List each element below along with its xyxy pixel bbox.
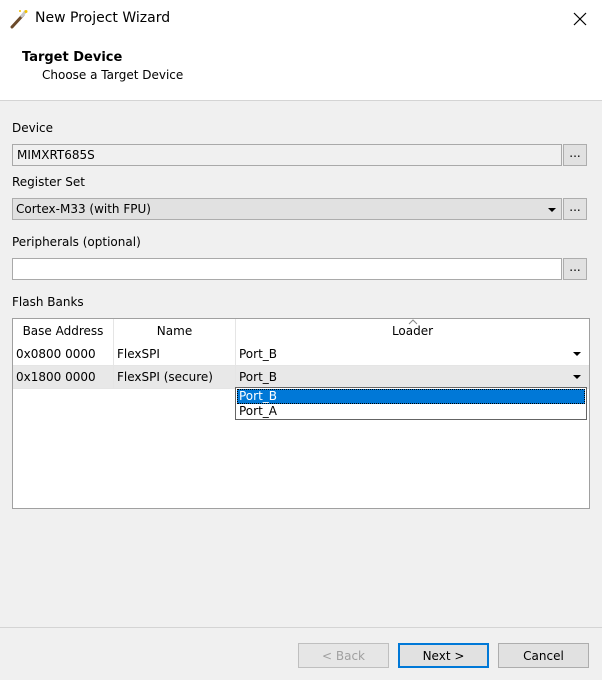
page-subtitle: Choose a Target Device <box>42 68 184 82</box>
chevron-down-icon <box>548 208 556 212</box>
next-button[interactable]: Next > <box>398 643 489 668</box>
loader-dropdown-list: Port_B Port_A <box>235 387 587 420</box>
close-icon <box>573 12 587 26</box>
register-set-label: Register Set <box>12 175 85 189</box>
footer-divider <box>0 627 602 628</box>
cell-name: FlexSPI <box>114 343 236 366</box>
dropdown-option-port-a[interactable]: Port_A <box>237 404 585 419</box>
wizard-header: Target Device Choose a Target Device <box>0 38 602 101</box>
peripherals-field[interactable] <box>12 258 562 280</box>
table-row[interactable]: 0x0800 0000 FlexSPI Port_B <box>13 343 589 366</box>
chevron-down-icon <box>573 375 581 379</box>
device-label: Device <box>12 121 54 135</box>
cell-name: FlexSPI (secure) <box>114 366 236 389</box>
column-header-loader[interactable]: Loader <box>236 319 589 343</box>
register-set-browse-button[interactable]: ... <box>563 198 587 220</box>
page-title: Target Device <box>22 50 123 65</box>
peripherals-browse-button[interactable]: ... <box>563 258 587 280</box>
magic-wand-icon <box>9 9 29 29</box>
cancel-button[interactable]: Cancel <box>498 643 589 668</box>
window-title: New Project Wizard <box>35 10 171 26</box>
cell-base-address: 0x0800 0000 <box>13 343 114 366</box>
peripherals-label: Peripherals (optional) <box>12 235 141 249</box>
cell-loader: Port_B <box>239 370 278 384</box>
column-header-base-address[interactable]: Base Address <box>13 319 114 343</box>
column-header-loader-label: Loader <box>391 324 434 338</box>
cell-base-address: 0x1800 0000 <box>13 366 114 389</box>
register-set-value: Cortex-M33 (with FPU) <box>16 202 151 216</box>
close-button[interactable] <box>566 6 594 32</box>
dropdown-option-port-b[interactable]: Port_B <box>237 389 585 404</box>
register-set-select[interactable]: Cortex-M33 (with FPU) <box>12 198 562 220</box>
loader-select[interactable]: Port_B <box>236 366 589 389</box>
cell-loader: Port_B <box>239 347 278 361</box>
sort-ascending-icon <box>408 319 418 325</box>
device-browse-button[interactable]: ... <box>563 144 587 166</box>
flash-banks-label: Flash Banks <box>12 295 84 309</box>
device-field[interactable]: MIMXRT685S <box>12 144 562 166</box>
column-header-name[interactable]: Name <box>114 319 236 343</box>
table-row[interactable]: 0x1800 0000 FlexSPI (secure) Port_B <box>13 366 589 389</box>
chevron-down-icon <box>573 352 581 356</box>
back-button[interactable]: < Back <box>298 643 389 668</box>
loader-select[interactable]: Port_B <box>236 343 589 366</box>
title-bar: New Project Wizard <box>0 0 602 38</box>
